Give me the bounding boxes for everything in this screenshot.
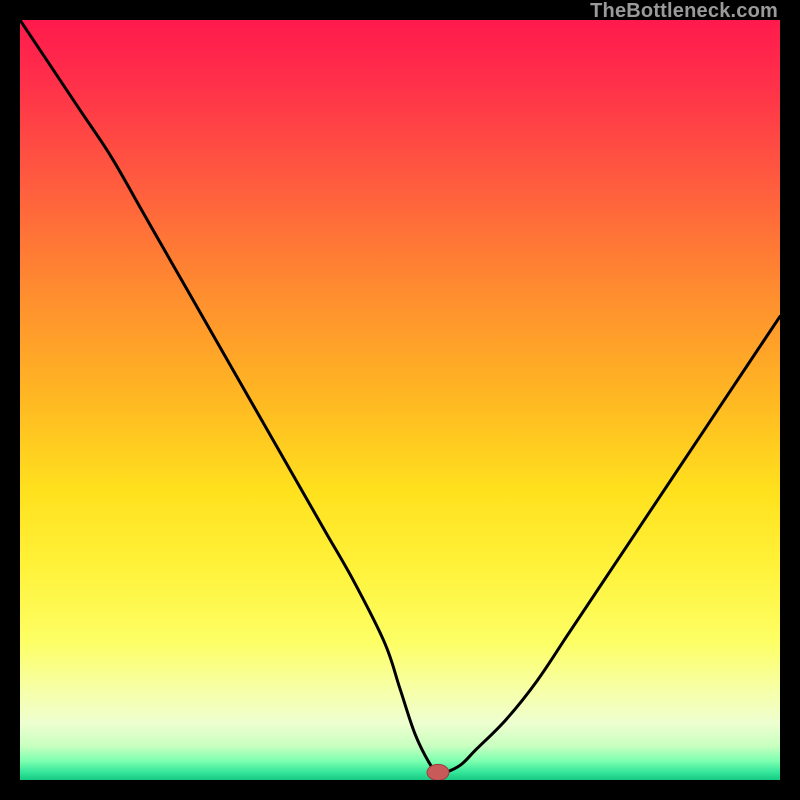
chart-frame: TheBottleneck.com <box>0 0 800 800</box>
watermark-text: TheBottleneck.com <box>590 0 778 23</box>
bottleneck-chart <box>20 20 780 780</box>
optimal-point-marker <box>427 764 449 780</box>
plot-area <box>20 20 780 780</box>
gradient-background <box>20 20 780 780</box>
